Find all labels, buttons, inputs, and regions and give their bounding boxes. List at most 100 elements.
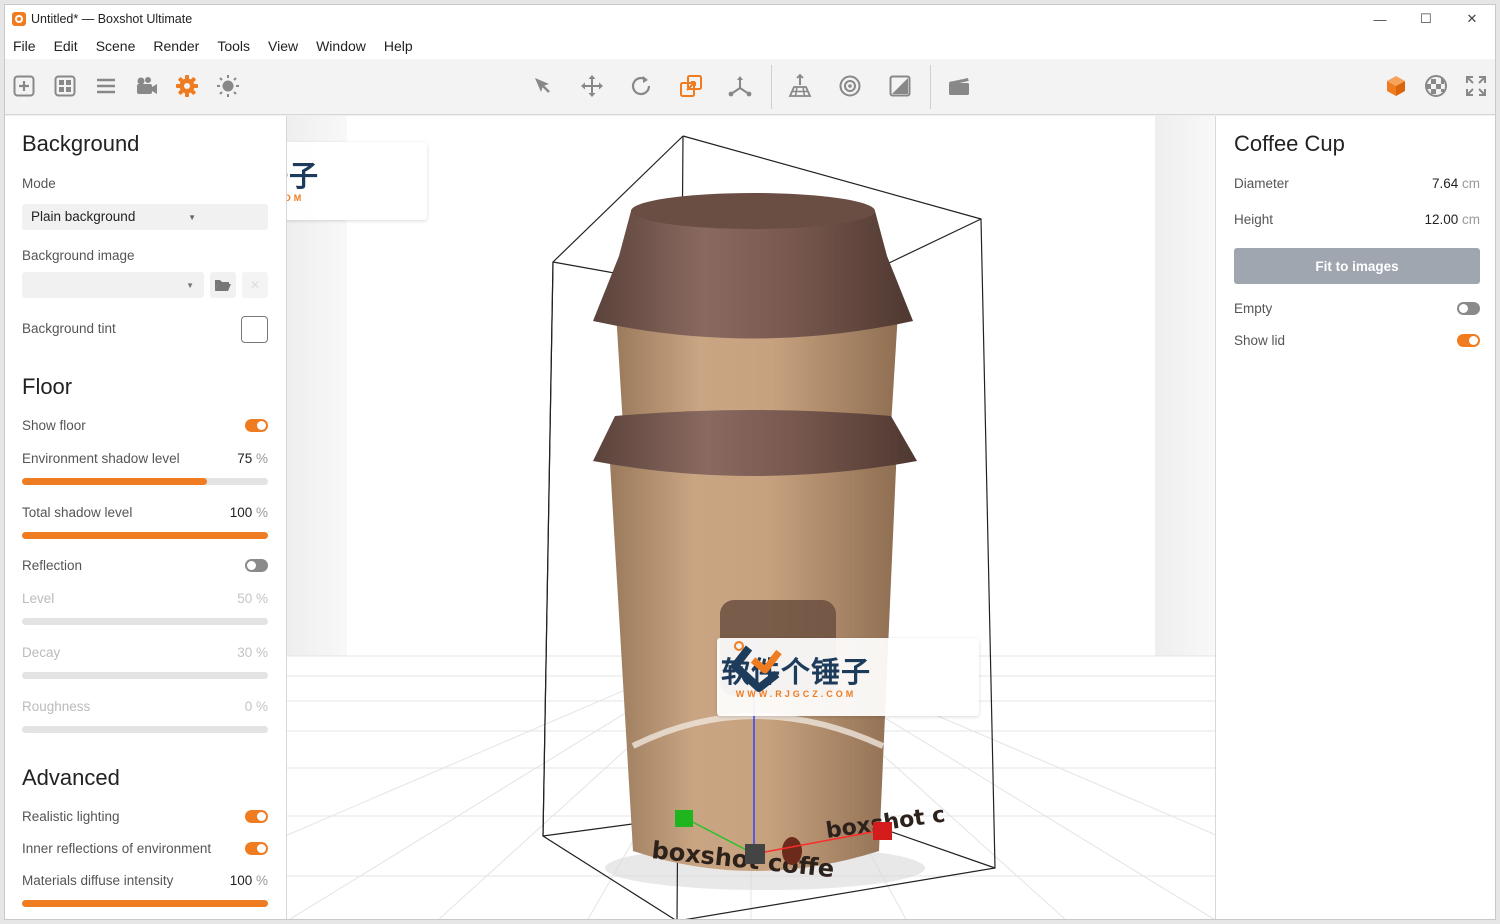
folder-open-icon: [215, 280, 231, 291]
menu-edit[interactable]: Edit: [54, 38, 87, 54]
total-shadow-slider-fill: [22, 532, 268, 539]
scene-settings-button[interactable]: [174, 73, 200, 99]
reflection-level-slider[interactable]: [22, 618, 268, 625]
gizmo-y-handle[interactable]: [675, 810, 693, 827]
background-image-select[interactable]: ▼: [22, 272, 204, 298]
inner-reflections-label: Inner reflections of environment: [22, 841, 212, 856]
add-shape-icon: [13, 75, 35, 97]
open-image-button[interactable]: [210, 272, 236, 298]
floor-button[interactable]: [787, 73, 813, 99]
gizmo-x-handle[interactable]: [873, 822, 892, 840]
material-view-button[interactable]: [1423, 73, 1449, 99]
reflection-toggle[interactable]: [245, 559, 268, 572]
backdrop-right: [1155, 116, 1215, 656]
show-floor-label: Show floor: [22, 418, 86, 433]
arrange-tool-button[interactable]: [727, 73, 753, 99]
background-tint-label: Background tint: [22, 321, 116, 336]
height-label: Height: [1234, 212, 1274, 227]
fullscreen-icon: [1466, 76, 1486, 96]
show-lid-toggle[interactable]: [1457, 334, 1480, 347]
toolbar-separator: [771, 65, 772, 109]
diffuse-intensity-value: 100 %: [229, 873, 268, 888]
mode-label: Mode: [22, 176, 56, 191]
env-shadow-label: Environment shadow level: [22, 451, 180, 466]
camera-target-button[interactable]: [837, 73, 863, 99]
floor-grid-icon: [788, 74, 812, 97]
roughness-value: 0 %: [244, 699, 268, 714]
rotate-tool-button[interactable]: [628, 73, 654, 99]
inner-reflections-toggle[interactable]: [245, 842, 268, 855]
object-view-button[interactable]: [1383, 73, 1409, 99]
background-tint-swatch[interactable]: [241, 316, 268, 343]
list-icon: [97, 78, 115, 94]
reflection-decay-value: 30 %: [237, 645, 268, 660]
object-title: Coffee Cup: [1234, 131, 1345, 156]
menu-render[interactable]: Render: [153, 38, 208, 54]
diffuse-intensity-slider-fill: [22, 900, 268, 907]
menu-help[interactable]: Help: [384, 38, 422, 54]
animation-button[interactable]: [946, 73, 972, 99]
env-shadow-value: 75 %: [237, 451, 268, 466]
reflection-decay-slider[interactable]: [22, 672, 268, 679]
empty-toggle[interactable]: [1457, 302, 1480, 315]
floor-section-title: Floor: [22, 374, 73, 399]
scale-tool-button[interactable]: [678, 73, 704, 99]
realistic-lighting-toggle[interactable]: [245, 810, 268, 823]
grid-view-button[interactable]: [52, 73, 78, 99]
window-title: Untitled* — Boxshot Ultimate: [31, 12, 193, 26]
clapperboard-icon: [949, 75, 969, 95]
select-arrow-icon: [535, 78, 550, 93]
mode-select[interactable]: Plain background ▼: [22, 204, 268, 230]
camera-button[interactable]: [134, 73, 160, 99]
diffuse-intensity-slider[interactable]: [22, 900, 268, 907]
env-shadow-slider[interactable]: [22, 478, 268, 485]
reflection-label: Reflection: [22, 558, 83, 573]
app-logo-icon: [12, 12, 26, 26]
minimize-button[interactable]: —: [1357, 5, 1403, 33]
roughness-slider[interactable]: [22, 726, 268, 733]
height-value[interactable]: 12.00 cm: [1424, 212, 1480, 227]
reflection-level-label: Level: [22, 591, 55, 606]
empty-label: Empty: [1234, 301, 1273, 316]
close-icon: ✕: [249, 278, 261, 292]
move-tool-button[interactable]: [579, 73, 605, 99]
clear-image-button[interactable]: ✕: [242, 272, 268, 298]
menu-window[interactable]: Window: [316, 38, 375, 54]
toolbar-separator: [930, 65, 931, 109]
add-shape-button[interactable]: [11, 73, 37, 99]
list-view-button[interactable]: [93, 73, 119, 99]
background-section-title: Background: [22, 131, 140, 156]
menu-file[interactable]: File: [13, 38, 45, 54]
show-floor-toggle[interactable]: [245, 419, 268, 432]
scene-settings-panel: Background Mode Plain background ▼ Backg…: [5, 116, 287, 919]
texture-icon: [889, 75, 911, 97]
title-bar: Untitled* — Boxshot Ultimate — ☐ ✕: [5, 5, 1495, 33]
total-shadow-value: 100 %: [229, 505, 268, 520]
roughness-label: Roughness: [22, 699, 91, 714]
menu-scene[interactable]: Scene: [96, 38, 145, 54]
light-button[interactable]: [215, 73, 241, 99]
reflection-decay-label: Decay: [22, 645, 61, 660]
3d-viewport[interactable]: boxshot coffe boxshot c 软件个锤子WWW.RJGCZ.C…: [287, 116, 1215, 919]
maximize-button[interactable]: ☐: [1403, 5, 1449, 33]
menu-tools[interactable]: Tools: [217, 38, 259, 54]
total-shadow-slider[interactable]: [22, 532, 268, 539]
chevron-down-icon: ▼: [188, 213, 196, 222]
fit-to-images-button[interactable]: Fit to images: [1234, 248, 1480, 284]
menu-view[interactable]: View: [268, 38, 307, 54]
diameter-value[interactable]: 7.64 cm: [1432, 176, 1480, 191]
gizmo-center-handle[interactable]: [745, 844, 765, 864]
diameter-label: Diameter: [1234, 176, 1289, 191]
close-button[interactable]: ✕: [1449, 5, 1495, 33]
light-icon: [217, 75, 239, 97]
camera-target-icon: [839, 75, 861, 97]
cup-lower-lid: [593, 410, 917, 476]
texture-button[interactable]: [887, 73, 913, 99]
fullscreen-button[interactable]: [1463, 73, 1489, 99]
select-tool-button[interactable]: [529, 73, 555, 99]
reflection-level-value: 50 %: [237, 591, 268, 606]
app-window: Untitled* — Boxshot Ultimate — ☐ ✕ File …: [4, 4, 1496, 920]
coffee-bean-icon: [782, 837, 802, 865]
env-shadow-slider-fill: [22, 478, 207, 485]
menu-bar: File Edit Scene Render Tools View Window…: [5, 33, 1495, 59]
